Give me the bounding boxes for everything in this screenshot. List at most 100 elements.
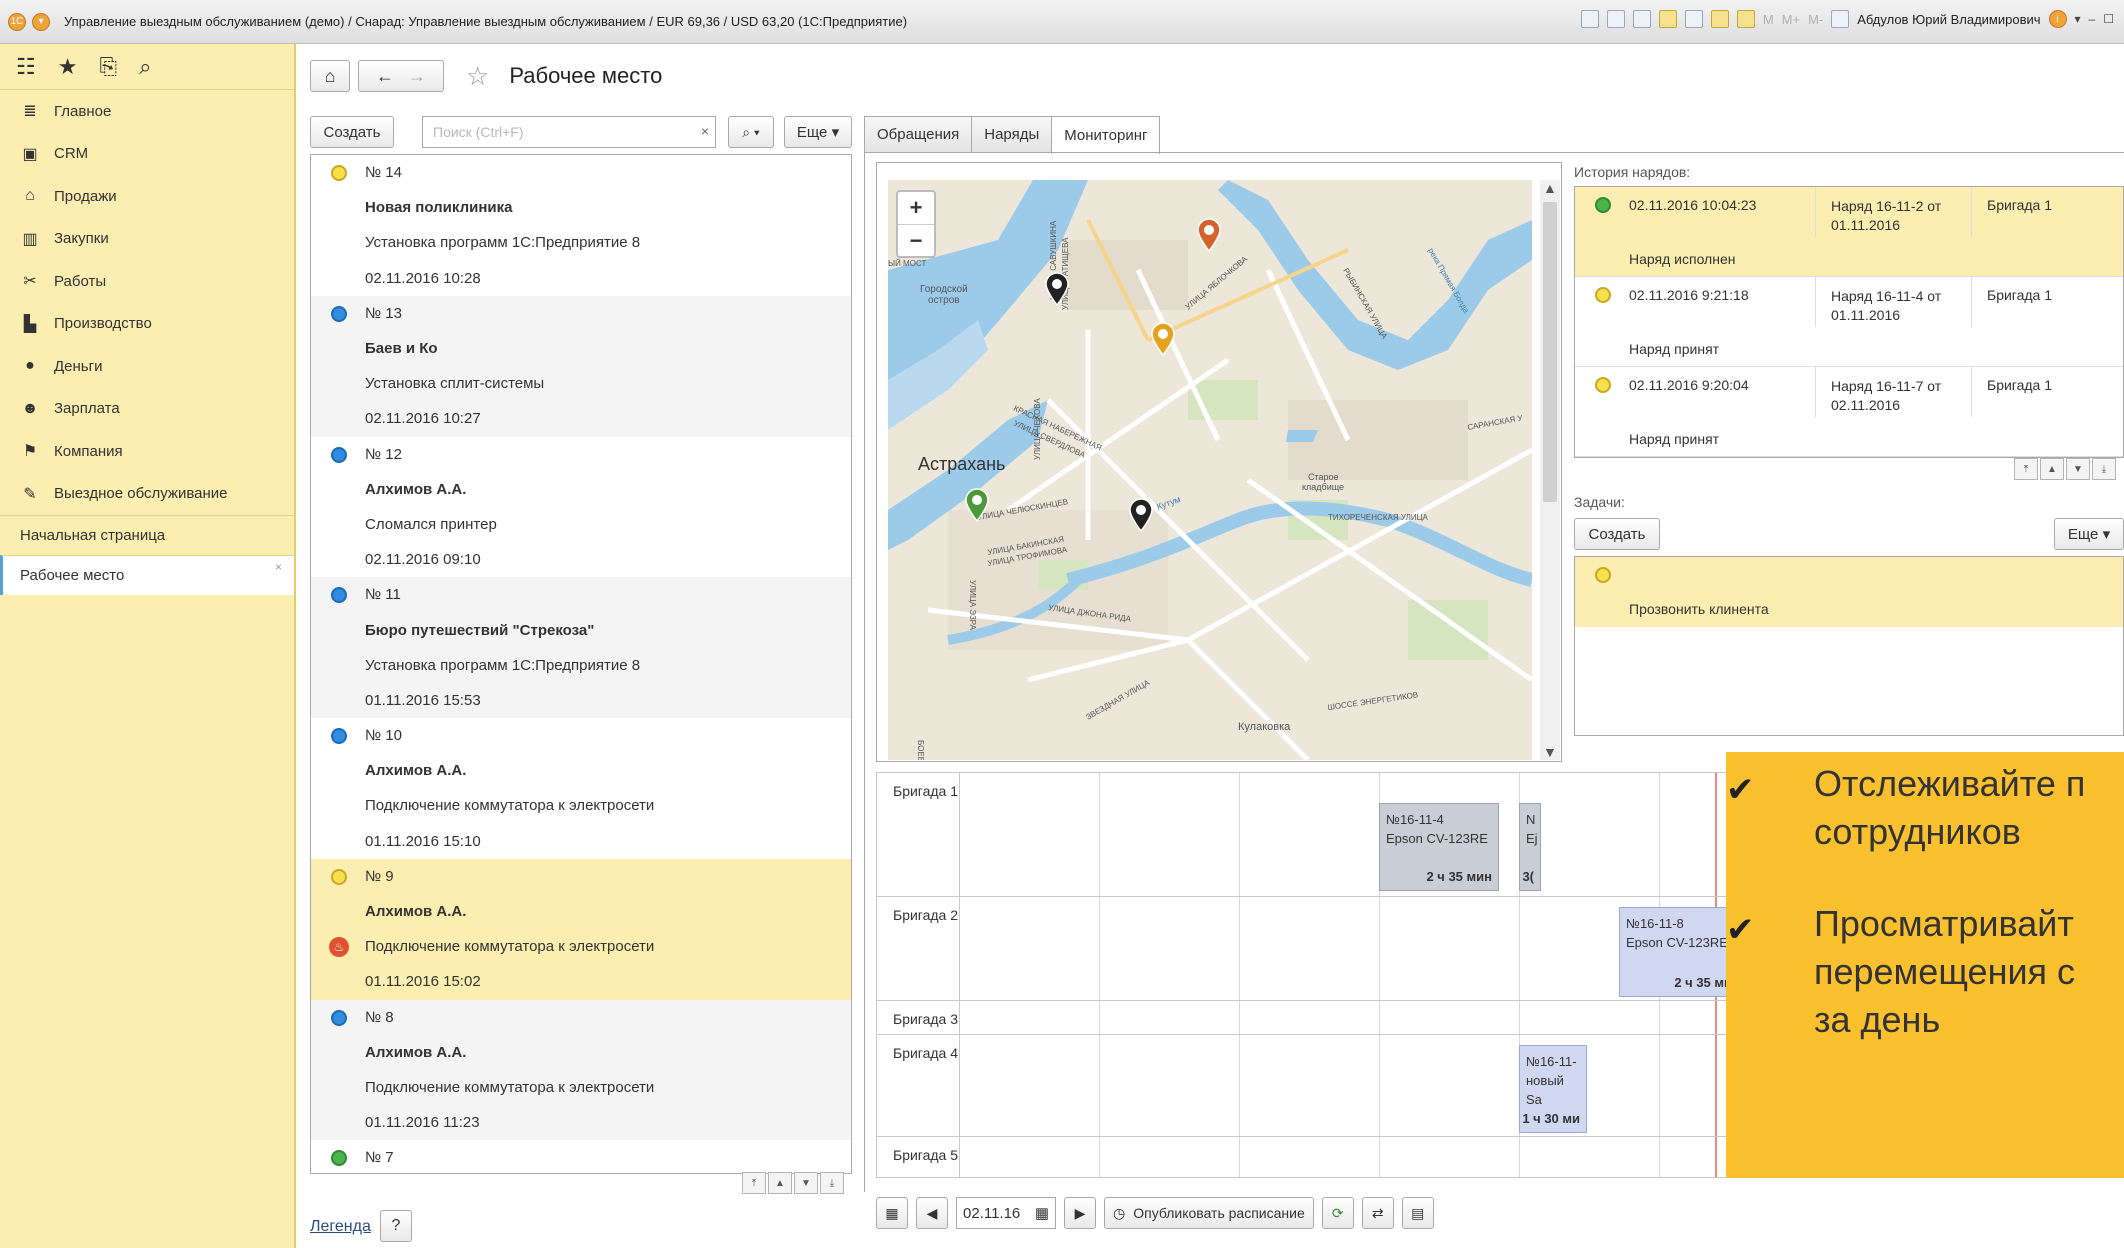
refresh-button[interactable]: ⟳ (1321, 1197, 1354, 1229)
close-icon[interactable]: × (275, 560, 282, 574)
history-table[interactable]: 02.11.2016 10:04:23 Наряд 16-11-2 от 01.1… (1574, 186, 2124, 458)
sidebar-item-2[interactable]: ▣ CRM (0, 133, 294, 176)
list-item[interactable]: Баев и Ко (311, 330, 851, 367)
minimize-icon[interactable]: ▾ (2075, 12, 2081, 26)
gantt-task-bar[interactable]: №16-11-8 Epson CV-123RE 2 ч 35 ми (1619, 907, 1739, 997)
list-item[interactable]: Алхимов А.А. (311, 753, 851, 788)
app-menu-icon[interactable]: ▾ (32, 12, 50, 31)
sidebar-item-3[interactable]: ⌂ Продажи (0, 175, 294, 218)
scroll-down-icon[interactable]: ▼ (2066, 458, 2090, 480)
calculator-icon[interactable] (1710, 10, 1729, 28)
task-more-button[interactable]: Еще ▾ (2054, 518, 2124, 550)
list-item[interactable]: 01.11.2016 11:23 (311, 1105, 851, 1141)
list-item[interactable]: 01.11.2016 15:53 (311, 682, 851, 718)
next-day-button[interactable]: ▶ (1064, 1197, 1096, 1229)
favorites-icon[interactable] (1658, 10, 1677, 28)
sidebar-item-5[interactable]: ✂ Работы (0, 260, 294, 303)
list-item[interactable]: Алхимов А.А. (311, 1034, 851, 1070)
back-arrow-icon[interactable]: ← (376, 66, 394, 87)
legend-link[interactable]: Легенда (310, 1218, 371, 1236)
list-item[interactable]: Бюро путешествий "Стрекоза" (311, 612, 851, 648)
tab-3[interactable]: Мониторинг (1051, 116, 1161, 154)
calendar-icon[interactable] (1736, 10, 1755, 28)
list-item[interactable]: № 7 (311, 1140, 851, 1173)
app-logo-icon[interactable]: 1С (8, 12, 26, 31)
sidebar-item-home[interactable]: Начальная страница (0, 515, 294, 555)
scroll-down-icon[interactable]: ▼ (794, 1172, 818, 1194)
maximize-icon[interactable]: ☐ (2103, 12, 2114, 26)
scroll-up-icon[interactable]: ▲ (768, 1172, 792, 1194)
list-item[interactable]: № 12 (311, 437, 851, 472)
publish-schedule-button[interactable]: ◷ Опубликовать расписание (1104, 1197, 1314, 1229)
history-row[interactable]: 02.11.2016 9:20:04 Наряд 16-11-7 от 02.11… (1575, 367, 2123, 457)
history-row[interactable]: 02.11.2016 9:21:18 Наряд 16-11-4 от 01.11… (1575, 277, 2123, 367)
memory-plus-button[interactable]: M+ (1782, 12, 1800, 27)
settings-button[interactable]: ▤ (1401, 1197, 1434, 1229)
sidebar-item-6[interactable]: ▙ Производство (0, 303, 294, 346)
minimize-window-icon[interactable]: – (2089, 12, 2096, 26)
list-item[interactable]: № 9 (311, 858, 851, 894)
scroll-bottom-icon[interactable]: ⤓ (2092, 458, 2116, 480)
list-item[interactable]: Подключение коммутатора к электросети (311, 788, 851, 823)
scroll-thumb[interactable] (1543, 202, 1557, 502)
map-pin-icon[interactable] (964, 488, 990, 522)
save-icon[interactable] (1580, 10, 1599, 28)
list-item[interactable]: ♨ Подключение коммутатора к электросети (311, 929, 851, 965)
map-scrollbar[interactable]: ▲ ▼ (1540, 180, 1560, 760)
date-field[interactable]: 02.11.16 ▦ (956, 1197, 1056, 1229)
calendar-icon[interactable]: ▦ (1035, 1204, 1049, 1222)
sync-button[interactable]: ⇄ (1361, 1197, 1394, 1229)
task-row[interactable]: Прозвонить клинента (1575, 557, 2123, 627)
history-icon[interactable] (1684, 10, 1703, 28)
create-button[interactable]: Создать (310, 116, 394, 148)
forward-arrow-icon[interactable]: → (408, 66, 426, 87)
search-icon[interactable]: ⌕ (139, 54, 151, 80)
list-item[interactable]: 01.11.2016 15:02 (311, 964, 851, 1000)
sidebar-item-4[interactable]: ▥ Закупки (0, 218, 294, 261)
list-item[interactable]: 01.11.2016 15:10 (311, 824, 851, 859)
tasks-table[interactable]: Прозвонить клинента (1574, 556, 2124, 736)
gantt-task-bar[interactable]: N Ej 3( (1519, 803, 1541, 891)
info-icon[interactable]: i (2048, 10, 2067, 28)
prev-day-button[interactable]: ◀ (916, 1197, 948, 1229)
requests-list[interactable]: № 14 Новая поликлиника Установка программ … (310, 154, 852, 1174)
memory-minus-button[interactable]: M- (1808, 12, 1823, 27)
list-item[interactable]: № 8 (311, 999, 851, 1035)
tab-1[interactable]: Обращения (864, 116, 973, 152)
list-item[interactable]: № 11 (311, 577, 851, 613)
scroll-down-icon[interactable]: ▼ (1543, 744, 1557, 760)
list-item[interactable]: № 10 (311, 718, 851, 753)
list-item[interactable]: Установка сплит-системы (311, 366, 851, 402)
list-item[interactable]: № 14 (311, 155, 851, 190)
sidebar-item-workplace[interactable]: Рабочее место × (0, 555, 294, 595)
sidebar-item-7[interactable]: ● Деньги (0, 345, 294, 388)
map-pin-icon[interactable] (1128, 498, 1154, 532)
list-item[interactable]: Алхимов А.А. (311, 893, 851, 930)
home-button[interactable]: ⌂ (310, 60, 350, 92)
help-button[interactable]: ? (380, 1210, 412, 1242)
list-item[interactable]: Сломался принтер (311, 507, 851, 542)
scroll-up-icon[interactable]: ▲ (2040, 458, 2064, 480)
search-input[interactable]: Поиск (Ctrl+F) × (422, 116, 716, 148)
list-item[interactable]: 02.11.2016 10:28 (311, 261, 851, 296)
list-item[interactable]: 02.11.2016 09:10 (311, 542, 851, 577)
zoom-in-button[interactable]: + (898, 192, 934, 224)
today-calendar-button[interactable]: ▦ (876, 1197, 908, 1229)
favorite-star-icon[interactable]: ☆ (466, 61, 489, 92)
panels-icon[interactable] (1831, 10, 1850, 28)
sidebar-item-10[interactable]: ✎ Выездное обслуживание (0, 473, 294, 516)
scroll-top-icon[interactable]: ⤒ (742, 1172, 766, 1194)
list-item[interactable]: Установка программ 1С:Предприятие 8 (311, 647, 851, 683)
map-pin-icon[interactable] (1196, 218, 1222, 252)
list-item[interactable]: 02.11.2016 10:27 (311, 401, 851, 437)
scroll-top-icon[interactable]: ⤒ (2014, 458, 2038, 480)
zoom-out-button[interactable]: − (898, 224, 934, 256)
user-name[interactable]: Абдулов Юрий Владимирович (1857, 12, 2040, 27)
print-icon[interactable] (1606, 10, 1625, 28)
gantt-task-bar[interactable]: №16-11-4 Epson CV-123RE 2 ч 35 мин (1379, 803, 1499, 891)
history-row[interactable]: 02.11.2016 10:04:23 Наряд 16-11-2 от 01.1… (1575, 187, 2123, 277)
scroll-bottom-icon[interactable]: ⤓ (820, 1172, 844, 1194)
star-icon[interactable]: ★ (58, 54, 78, 80)
preview-icon[interactable] (1632, 10, 1651, 28)
tab-2[interactable]: Наряды (971, 116, 1053, 152)
